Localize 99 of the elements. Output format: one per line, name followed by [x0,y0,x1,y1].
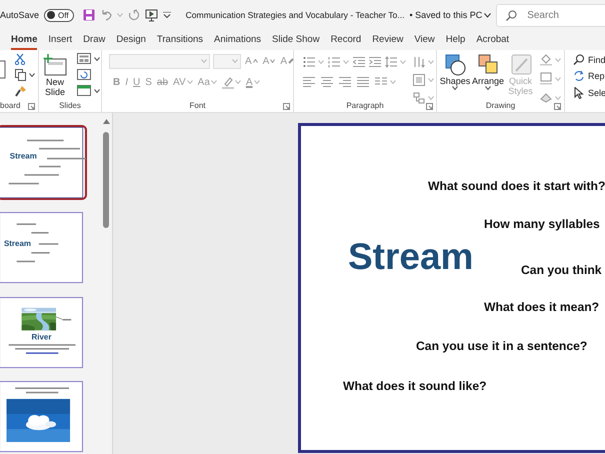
dialog-launcher-icon[interactable] [28,103,35,110]
presenter-icon[interactable] [144,8,158,22]
shape-outline-icon[interactable] [540,72,552,85]
shape-fill-icon[interactable] [540,53,552,66]
scroll-up-icon[interactable] [102,119,110,124]
align-right-icon[interactable] [339,76,351,88]
text-line [8,182,39,184]
group-label: Font [189,101,206,110]
ribbon-tab[interactable]: Help [446,34,466,50]
copy-icon[interactable] [15,69,26,81]
group-label: board [0,101,20,110]
ribbon-tab[interactable]: Review [372,34,404,50]
search-icon [506,10,518,20]
find-button[interactable]: Find [573,53,605,68]
scrollbar[interactable] [103,132,109,228]
new-slide-button[interactable]: New Slide [42,53,68,100]
caret-icon[interactable] [29,73,35,77]
text-line [31,252,50,254]
line-spacing-icon[interactable] [385,56,397,68]
justify-icon[interactable] [357,76,369,88]
text-line [39,148,80,150]
text-line [15,348,70,350]
ribbon-tab[interactable]: Insert [48,34,72,50]
text-line [27,140,64,142]
align-center-icon[interactable] [321,76,333,88]
text-direction-icon[interactable] [413,56,425,68]
caret-icon [252,59,258,63]
text-line [31,232,49,234]
text-line [15,388,70,390]
document-title: Communication Strategies and Vocabulary - Teacher To... [186,10,405,20]
dialog-launcher-icon[interactable] [283,103,290,110]
replace-button[interactable]: Rep [573,69,605,84]
text-line [8,344,76,346]
text-line [38,243,58,244]
scissors-icon[interactable] [15,53,25,65]
numbering-icon[interactable] [328,56,340,68]
text-line [39,166,61,168]
cursor-icon [573,86,585,99]
autosave-toggle[interactable]: Off [44,8,74,22]
save-status-button[interactable]: • Saved to this PC [410,10,492,20]
slide-text: What does it mean? [484,300,600,314]
text-line [26,392,58,394]
save-icon[interactable] [82,9,95,21]
caret-icon[interactable] [94,88,100,92]
text-line [26,352,58,354]
redo-icon[interactable] [128,9,140,21]
caret-icon[interactable] [452,86,458,90]
decrease-indent-icon[interactable] [353,56,365,68]
slide-text: What does it sound like? [343,379,487,393]
slide-text: What sound does it start with? [428,179,605,193]
group-label: Slides [59,101,81,110]
replace-icon [573,70,585,82]
format-painter-icon[interactable] [15,85,27,97]
caret-icon[interactable] [485,86,491,90]
text-line [16,260,35,262]
align-text-icon[interactable] [413,74,425,86]
slide-text: Can you think [521,263,602,277]
new-slide-icon [42,53,68,77]
section-icon[interactable] [77,85,91,96]
shape-effects-icon[interactable] [540,91,552,104]
autosave-label: AutoSave [0,10,40,20]
reset-icon[interactable] [77,69,91,80]
ribbon-tab[interactable]: Draw [83,34,106,50]
text-line [24,174,59,176]
text-line [16,223,36,225]
slide-text: Can you use it in a sentence? [416,339,588,353]
chevron-icon [484,12,492,18]
eraser-icon [288,58,294,64]
align-left-icon[interactable] [303,76,315,88]
dialog-launcher-icon[interactable] [554,103,561,110]
search-icon [573,54,585,66]
ribbon-tab[interactable]: Record [330,34,362,50]
slide-text: How many syllables [484,217,600,231]
caret-icon [270,59,276,63]
undo-icon[interactable] [100,9,112,21]
ribbon-tab[interactable]: View [414,34,435,50]
layout-icon[interactable] [77,53,91,64]
highlighter-icon [222,76,234,88]
ribbon-tab[interactable]: Slide Show [272,34,320,50]
arrange-button[interactable]: Arrange [473,53,503,100]
text-line [47,158,86,160]
ribbon-tab[interactable]: Animations [214,34,262,50]
search-field[interactable]: Search [496,4,605,26]
dialog-launcher-icon[interactable] [426,103,433,110]
quick-styles-icon [508,53,532,76]
slide-title: Stream [348,236,474,278]
ribbon-tab[interactable]: Acrobat [476,34,510,50]
shapes-button[interactable]: Shapes [440,53,470,100]
group-label: Paragraph [346,101,384,110]
ribbon-tab[interactable]: Design [116,34,146,50]
arrange-icon [476,53,500,76]
ribbon-tab[interactable]: Transitions [156,34,204,50]
shapes-icon [443,53,467,76]
bullets-icon[interactable] [303,56,315,68]
group-label: Drawing [486,101,516,110]
increase-indent-icon[interactable] [369,56,381,68]
smartart-icon[interactable] [413,92,425,104]
customize-caret-icon[interactable] [162,12,171,18]
caret-icon[interactable] [94,56,100,60]
